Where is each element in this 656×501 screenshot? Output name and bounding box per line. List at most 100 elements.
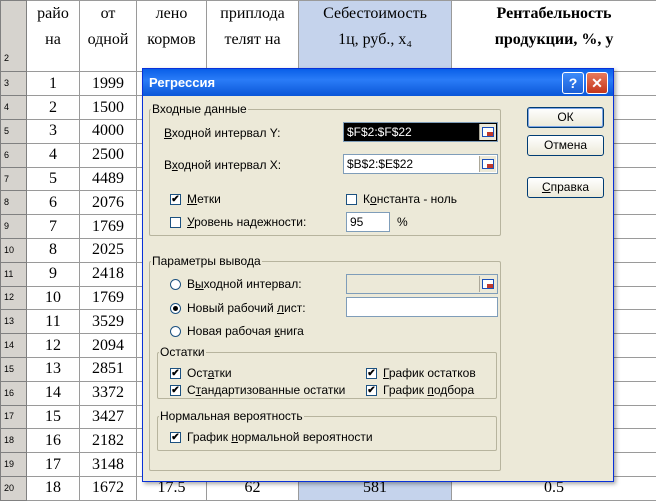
ok-button[interactable]: ОК: [527, 107, 604, 128]
row-header[interactable]: 6: [0, 142, 27, 168]
normal-plot-label: График нормальной вероятности: [187, 430, 373, 444]
table-cell[interactable]: 4489: [79, 166, 137, 192]
collapse-range-icon[interactable]: [479, 276, 496, 292]
output-range-radio[interactable]: [170, 279, 181, 290]
table-cell[interactable]: 2418: [79, 261, 137, 287]
collapse-range-icon[interactable]: [479, 156, 496, 172]
residuals-checkbox[interactable]: ✔: [170, 368, 181, 379]
new-book-radio[interactable]: [170, 326, 181, 337]
table-cell[interactable]: 4000: [79, 119, 137, 144]
table-cell[interactable]: 3: [26, 119, 80, 144]
column-header-cell[interactable]: Себестоимость 1ц, руб., x₄: [298, 0, 452, 73]
row-header[interactable]: 19: [0, 452, 27, 477]
table-cell[interactable]: 3427: [79, 404, 137, 430]
table-cell[interactable]: 3529: [79, 309, 137, 335]
table-cell[interactable]: 3372: [79, 380, 137, 406]
cancel-button[interactable]: Отмена: [527, 135, 604, 156]
table-cell[interactable]: 2094: [79, 333, 137, 358]
table-cell[interactable]: 7: [26, 214, 80, 239]
table-cell[interactable]: 4: [26, 142, 80, 168]
table-cell[interactable]: 2851: [79, 356, 137, 382]
table-cell[interactable]: 15: [26, 404, 80, 430]
table-cell[interactable]: 1769: [79, 285, 137, 311]
row-header[interactable]: 14: [0, 333, 27, 358]
fit-plot-label: График подбора: [383, 383, 475, 397]
column-header-cell[interactable]: Рентабельность продукции, %, y: [451, 0, 656, 73]
table-cell[interactable]: 3148: [79, 452, 137, 477]
row-header[interactable]: 13: [0, 309, 27, 335]
row-header[interactable]: 12: [0, 285, 27, 311]
row-header[interactable]: 11: [0, 261, 27, 287]
confidence-input[interactable]: 95: [346, 212, 390, 232]
row-header[interactable]: 3: [0, 71, 27, 97]
table-cell[interactable]: 18: [26, 475, 80, 501]
help-button[interactable]: Справка: [527, 177, 604, 198]
table-cell[interactable]: 6: [26, 190, 80, 216]
table-cell[interactable]: 17: [26, 452, 80, 477]
close-icon[interactable]: ✕: [586, 72, 608, 94]
labels-checkbox[interactable]: ✔: [170, 194, 181, 205]
residuals-label: Остатки: [187, 366, 232, 380]
normal-probability-legend: Нормальная вероятность: [160, 409, 303, 423]
table-cell[interactable]: 14: [26, 380, 80, 406]
dialog-titlebar[interactable]: Регрессия ? ✕: [143, 69, 613, 96]
table-cell[interactable]: 8: [26, 238, 80, 263]
fit-plot-checkbox[interactable]: ✔: [366, 385, 377, 396]
collapse-range-icon[interactable]: [479, 124, 496, 140]
residual-plot-checkbox[interactable]: ✔: [366, 368, 377, 379]
new-sheet-radio[interactable]: [170, 303, 181, 314]
regression-dialog: Регрессия ? ✕ Входные данные Входной инт…: [142, 68, 614, 482]
row-header[interactable]: 18: [0, 428, 27, 454]
constant-zero-checkbox[interactable]: [346, 194, 357, 205]
row-header[interactable]: 16: [0, 380, 27, 406]
table-cell[interactable]: 10: [26, 285, 80, 311]
table-cell[interactable]: 2182: [79, 428, 137, 454]
residuals-legend: Остатки: [160, 345, 205, 359]
labels-label: Метки: [187, 192, 221, 206]
row-header[interactable]: 10: [0, 238, 27, 263]
input-x-field[interactable]: $B$2:$E$22: [343, 154, 498, 174]
std-residuals-checkbox[interactable]: ✔: [170, 385, 181, 396]
new-sheet-label: Новый рабочий лист:: [187, 301, 306, 315]
output-options-legend: Параметры вывода: [152, 254, 261, 268]
confidence-checkbox[interactable]: [170, 217, 181, 228]
normal-plot-checkbox[interactable]: ✔: [170, 432, 181, 443]
row-header[interactable]: 9: [0, 214, 27, 239]
table-cell[interactable]: 1500: [79, 95, 137, 121]
table-cell[interactable]: 5: [26, 166, 80, 192]
new-sheet-input[interactable]: [346, 297, 498, 317]
column-header-cell[interactable]: райо на: [26, 0, 80, 73]
row-header[interactable]: 7: [0, 166, 27, 192]
table-cell[interactable]: 2: [26, 95, 80, 121]
input-x-label: Входной интервал X:: [164, 158, 282, 172]
row-header[interactable]: 5: [0, 119, 27, 144]
column-header-cell[interactable]: приплода телят на: [206, 0, 299, 73]
row-header[interactable]: 20: [0, 475, 27, 501]
row-header[interactable]: 2: [0, 0, 27, 73]
input-y-field[interactable]: $F$2:$F$22: [343, 122, 498, 142]
row-header[interactable]: 17: [0, 404, 27, 430]
help-icon[interactable]: ?: [562, 72, 584, 94]
table-cell[interactable]: 11: [26, 309, 80, 335]
table-cell[interactable]: 1672: [79, 475, 137, 501]
output-range-field[interactable]: [346, 274, 498, 294]
table-cell[interactable]: 12: [26, 333, 80, 358]
table-cell[interactable]: 2500: [79, 142, 137, 168]
table-cell[interactable]: 13: [26, 356, 80, 382]
table-cell[interactable]: 2076: [79, 190, 137, 216]
row-header[interactable]: 15: [0, 356, 27, 382]
table-cell[interactable]: 1769: [79, 214, 137, 239]
dialog-title: Регрессия: [149, 75, 216, 90]
table-cell[interactable]: 2025: [79, 238, 137, 263]
output-range-label: Выходной интервал:: [187, 277, 302, 291]
column-header-cell[interactable]: от одной: [79, 0, 137, 73]
row-header[interactable]: 8: [0, 190, 27, 216]
table-cell[interactable]: 1999: [79, 71, 137, 97]
input-y-label: Входной интервал Y:: [164, 126, 281, 140]
row-header[interactable]: 4: [0, 95, 27, 121]
table-cell[interactable]: 9: [26, 261, 80, 287]
input-data-legend: Входные данные: [152, 102, 247, 116]
table-cell[interactable]: 1: [26, 71, 80, 97]
column-header-cell[interactable]: лено кормов: [136, 0, 207, 73]
table-cell[interactable]: 16: [26, 428, 80, 454]
